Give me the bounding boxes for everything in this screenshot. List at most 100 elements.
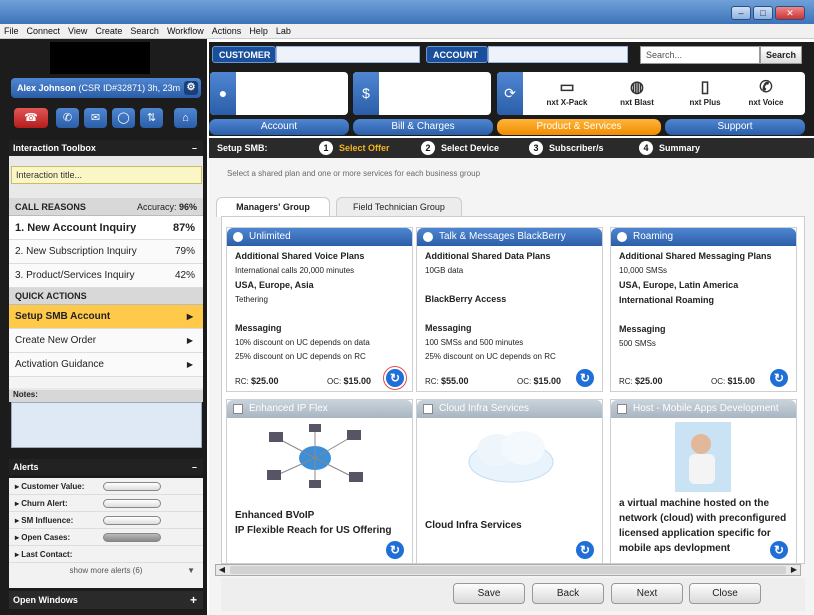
mail-icon[interactable]: ✉ xyxy=(84,108,107,128)
alert-row[interactable]: ▸ Customer Value: xyxy=(9,478,203,495)
plan-card-roaming[interactable]: Roaming Additional Shared Messaging Plan… xyxy=(610,227,797,392)
service-checkbox[interactable] xyxy=(233,404,243,414)
back-button[interactable]: Back xyxy=(532,583,604,604)
refresh-icon[interactable]: ↻ xyxy=(576,541,594,559)
tab-support[interactable]: Support xyxy=(665,119,805,135)
gear-icon[interactable]: ⚙ xyxy=(184,81,198,95)
plan-title: Talk & Messages BlackBerry xyxy=(439,231,566,242)
menu-view[interactable]: View xyxy=(64,24,91,39)
phone-icon[interactable]: ✆ xyxy=(56,108,79,128)
alert-row[interactable]: ▸ SM Influence: xyxy=(9,512,203,529)
scroll-left-icon[interactable]: ◀ xyxy=(216,565,228,575)
menu-file[interactable]: File xyxy=(0,24,23,39)
open-windows-header[interactable]: Open Windows + xyxy=(9,591,203,609)
menu-help[interactable]: Help xyxy=(245,24,272,39)
menu-lab[interactable]: Lab xyxy=(272,24,295,39)
home-icon[interactable]: ⌂ xyxy=(174,108,197,128)
plan-price: RC: $55.00 OC: $15.00 xyxy=(425,376,572,386)
customer-card[interactable]: ● xyxy=(210,72,348,115)
service-checkbox[interactable] xyxy=(617,404,627,414)
product-nxt-voice[interactable]: ✆ nxt Voice xyxy=(741,78,791,107)
refresh-icon[interactable]: ↻ xyxy=(770,541,788,559)
instruction-text: Select a shared plan and one or more ser… xyxy=(227,169,481,178)
service-description: a virtual machine hosted on the network … xyxy=(619,498,787,554)
refresh-icon[interactable]: ↻ xyxy=(576,369,594,387)
call-reason-item[interactable]: 3. Product/Services Inquiry 42% xyxy=(9,264,203,288)
tab-field-technician-group[interactable]: Field Technician Group xyxy=(336,197,462,216)
search-button[interactable]: Search xyxy=(760,46,802,64)
plan-card-unlimited[interactable]: Unlimited Additional Shared Voice Plans … xyxy=(226,227,413,392)
menu-connect[interactable]: Connect xyxy=(23,24,65,39)
call-reason-label: 2. New Subscription Inquiry xyxy=(15,246,137,257)
save-button[interactable]: Save xyxy=(453,583,525,604)
refresh-icon[interactable]: ↻ xyxy=(383,366,407,390)
service-title: Enhanced IP Flex xyxy=(249,403,328,414)
interaction-title-input[interactable]: Interaction title... xyxy=(11,166,202,184)
close-button[interactable]: Close xyxy=(689,583,761,604)
quick-action-activation[interactable]: Activation Guidance ▶ xyxy=(9,353,203,377)
step-select-device[interactable]: 2 Select Device xyxy=(421,141,499,155)
product-label: nxt Voice xyxy=(748,98,784,107)
notes-label: Notes: xyxy=(9,390,203,402)
alerts-minimize-icon[interactable]: – xyxy=(192,459,197,475)
scroll-right-icon[interactable]: ▶ xyxy=(788,565,800,575)
tab-product-services[interactable]: Product & Services xyxy=(497,119,661,135)
mobile-icon: ▯ xyxy=(700,79,710,96)
alert-row[interactable]: ▸ Last Contact: xyxy=(9,546,203,563)
billing-card[interactable]: $ xyxy=(353,72,491,115)
step-summary[interactable]: 4 Summary xyxy=(639,141,700,155)
menu-actions[interactable]: Actions xyxy=(208,24,246,39)
plan-radio[interactable] xyxy=(233,232,243,242)
menu-search[interactable]: Search xyxy=(126,24,163,39)
horizontal-scrollbar[interactable]: ◀ ▶ xyxy=(215,564,801,576)
oc-readout: OC: $15.00 xyxy=(327,376,371,386)
plan-radio[interactable] xyxy=(423,232,433,242)
interaction-toolbox-header: Interaction Toolbox – xyxy=(9,140,203,156)
quick-action-setup-smb[interactable]: Setup SMB Account ▶ xyxy=(9,305,203,329)
service-card-ip-flex[interactable]: Enhanced IP Flex Enhanced BVoIP IP Flexib… xyxy=(226,399,413,564)
service-card-cloud-infra[interactable]: Cloud Infra Services Cloud Infra Service… xyxy=(416,399,603,564)
account-field[interactable] xyxy=(488,46,628,63)
plan-radio[interactable] xyxy=(617,232,627,242)
call-reason-item[interactable]: 1. New Account Inquiry 87% xyxy=(9,216,203,240)
transfer-icon[interactable]: ⇅ xyxy=(140,108,163,128)
maximize-button[interactable]: □ xyxy=(753,6,773,20)
service-checkbox[interactable] xyxy=(423,404,433,414)
accuracy-label: Accuracy: xyxy=(136,202,177,212)
end-call-icon[interactable]: ☎ xyxy=(14,108,48,128)
plus-icon[interactable]: + xyxy=(190,591,197,609)
tab-bill-charges[interactable]: Bill & Charges xyxy=(353,119,493,135)
search-input[interactable]: Search... xyxy=(640,46,760,64)
refresh-icon[interactable]: ↻ xyxy=(770,369,788,387)
step-select-offer[interactable]: 1 Select Offer xyxy=(319,141,390,155)
chat-icon[interactable]: ◯ xyxy=(112,108,135,128)
minimize-button[interactable]: – xyxy=(731,6,751,20)
menu-create[interactable]: Create xyxy=(91,24,126,39)
menu-workflow[interactable]: Workflow xyxy=(163,24,208,39)
alert-row[interactable]: ▸ Open Cases: xyxy=(9,529,203,546)
plan-card-header: Unlimited xyxy=(227,228,412,246)
network-image xyxy=(267,424,363,488)
alert-row[interactable]: ▸ Churn Alert: xyxy=(9,495,203,512)
product-nxt-plus[interactable]: ▯ nxt Plus xyxy=(680,78,730,107)
refresh-icon[interactable]: ↻ xyxy=(386,541,404,559)
service-card-mobile-apps[interactable]: Host - Mobile Apps Development a virtual… xyxy=(610,399,797,564)
accuracy-readout: Accuracy: 96% xyxy=(137,198,197,216)
plan-card-talk-messages[interactable]: Talk & Messages BlackBerry Additional Sh… xyxy=(416,227,603,392)
alert-bar xyxy=(103,482,161,491)
tab-managers-group[interactable]: Managers' Group xyxy=(216,197,330,217)
notes-textarea[interactable] xyxy=(11,402,202,448)
toolbox-minimize-icon[interactable]: – xyxy=(192,140,197,156)
step-subscribers[interactable]: 3 Subscriber/s xyxy=(529,141,604,155)
close-window-button[interactable]: ✕ xyxy=(775,6,805,20)
next-button[interactable]: Next xyxy=(611,583,683,604)
tab-account[interactable]: Account xyxy=(209,119,349,135)
scroll-thumb[interactable] xyxy=(230,566,786,574)
product-nxt-xpack[interactable]: ▭ nxt X-Pack xyxy=(542,78,592,107)
customer-field[interactable] xyxy=(276,46,420,63)
call-reason-item[interactable]: 2. New Subscription Inquiry 79% xyxy=(9,240,203,264)
quick-action-create-order[interactable]: Create New Order ▶ xyxy=(9,329,203,353)
show-more-alerts[interactable]: show more alerts (6) ▼ xyxy=(9,563,203,578)
product-nxt-blast[interactable]: ◍ nxt Blast xyxy=(612,78,662,107)
alert-label: SM Influence: xyxy=(21,516,74,525)
